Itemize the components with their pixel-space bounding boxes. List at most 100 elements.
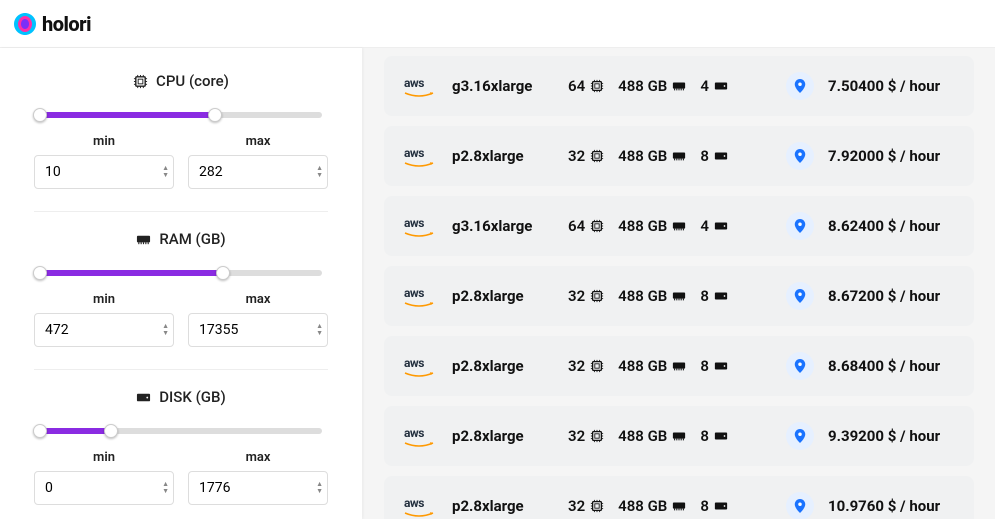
instance-name: p2.8xlarge xyxy=(452,287,554,305)
result-row[interactable]: aws p2.8xlarge 32 488 GB 8 9.39200 $ / h… xyxy=(384,406,974,466)
cpu-min-input[interactable]: 10 ▲▼ xyxy=(34,155,174,189)
filters-sidebar: CPU (core) min 10 ▲▼ max xyxy=(0,48,362,519)
aws-logo-icon: aws xyxy=(404,354,434,378)
filter-ram: RAM (GB) min 472 ▲▼ max xyxy=(34,212,328,370)
disk-min-label: min xyxy=(34,450,174,465)
result-row[interactable]: aws p2.8xlarge 32 488 GB 8 10.9760 $ / h… xyxy=(384,476,974,519)
spec-ram: 488 GB xyxy=(618,427,686,445)
aws-logo-icon: aws xyxy=(404,284,434,308)
cpu-slider-max-thumb[interactable] xyxy=(208,108,222,122)
filter-ram-title: RAM (GB) xyxy=(159,230,225,248)
stepper-icon[interactable]: ▲▼ xyxy=(316,323,323,337)
pin-icon xyxy=(793,79,807,93)
spec-disk: 8 xyxy=(700,147,728,165)
filter-cpu-title: CPU (core) xyxy=(156,72,229,90)
disk-slider-min-thumb[interactable] xyxy=(33,424,47,438)
location-pin-button[interactable] xyxy=(786,282,814,310)
disk-min-input[interactable]: 0 ▲▼ xyxy=(34,471,174,505)
ram-slider[interactable] xyxy=(40,268,322,278)
spec-cpu: 32 xyxy=(568,357,604,375)
stepper-icon[interactable]: ▲▼ xyxy=(316,165,323,179)
location-pin-button[interactable] xyxy=(786,352,814,380)
spec-ram: 488 GB xyxy=(618,147,686,165)
cpu-max-input[interactable]: 282 ▲▼ xyxy=(188,155,328,189)
spec-cpu: 64 xyxy=(568,217,604,235)
stepper-icon[interactable]: ▲▼ xyxy=(162,165,169,179)
pin-icon xyxy=(793,359,807,373)
location-pin-button[interactable] xyxy=(786,72,814,100)
cpu-slider[interactable] xyxy=(40,110,322,120)
logo[interactable]: holori xyxy=(14,12,91,36)
spec-disk: 8 xyxy=(700,497,728,515)
ram-slider-min-thumb[interactable] xyxy=(33,266,47,280)
instance-name: p2.8xlarge xyxy=(452,497,554,515)
spec-disk: 8 xyxy=(700,357,728,375)
ram-min-input[interactable]: 472 ▲▼ xyxy=(34,313,174,347)
disk-icon xyxy=(714,149,728,163)
cpu-icon xyxy=(133,74,148,89)
disk-slider[interactable] xyxy=(40,426,322,436)
pin-icon xyxy=(793,149,807,163)
disk-icon xyxy=(714,79,728,93)
ram-icon xyxy=(672,359,686,373)
spec-ram: 488 GB xyxy=(618,287,686,305)
aws-logo-icon: aws xyxy=(404,74,434,98)
cpu-icon xyxy=(590,79,604,93)
price: 7.92000 $ / hour xyxy=(828,147,954,165)
app-header: holori xyxy=(0,0,995,48)
instance-name: g3.16xlarge xyxy=(452,77,554,95)
ram-min-label: min xyxy=(34,292,174,307)
ram-max-label: max xyxy=(188,292,328,307)
result-row[interactable]: aws g3.16xlarge 64 488 GB 4 8.62400 $ / … xyxy=(384,196,974,256)
pin-icon xyxy=(793,289,807,303)
result-row[interactable]: aws p2.8xlarge 32 488 GB 8 8.67200 $ / h… xyxy=(384,266,974,326)
cpu-icon xyxy=(590,149,604,163)
disk-slider-max-thumb[interactable] xyxy=(104,424,118,438)
stepper-icon[interactable]: ▲▼ xyxy=(162,323,169,337)
pin-icon xyxy=(793,429,807,443)
cpu-icon xyxy=(590,289,604,303)
spec-ram: 488 GB xyxy=(618,217,686,235)
ram-icon xyxy=(672,429,686,443)
spec-cpu: 32 xyxy=(568,287,604,305)
spec-cpu: 32 xyxy=(568,427,604,445)
location-pin-button[interactable] xyxy=(786,422,814,450)
disk-icon xyxy=(714,359,728,373)
instance-name: p2.8xlarge xyxy=(452,427,554,445)
spec-ram: 488 GB xyxy=(618,357,686,375)
ram-slider-max-thumb[interactable] xyxy=(216,266,230,280)
filter-disk: DISK (GB) min 0 ▲▼ max xyxy=(34,370,328,519)
spec-disk: 4 xyxy=(700,217,728,235)
result-row[interactable]: aws p2.8xlarge 32 488 GB 8 7.92000 $ / h… xyxy=(384,126,974,186)
disk-max-label: max xyxy=(188,450,328,465)
price: 8.62400 $ / hour xyxy=(828,217,954,235)
stepper-icon[interactable]: ▲▼ xyxy=(316,481,323,495)
disk-icon xyxy=(714,289,728,303)
ram-icon xyxy=(672,79,686,93)
location-pin-button[interactable] xyxy=(786,492,814,519)
price: 8.67200 $ / hour xyxy=(828,287,954,305)
spec-cpu: 64 xyxy=(568,77,604,95)
disk-max-input[interactable]: 1776 ▲▼ xyxy=(188,471,328,505)
aws-logo-icon: aws xyxy=(404,214,434,238)
ram-max-input[interactable]: 17355 ▲▼ xyxy=(188,313,328,347)
location-pin-button[interactable] xyxy=(786,212,814,240)
aws-logo-icon: aws xyxy=(404,494,434,518)
price: 7.50400 $ / hour xyxy=(828,77,954,95)
cpu-slider-min-thumb[interactable] xyxy=(33,108,47,122)
instance-name: p2.8xlarge xyxy=(452,147,554,165)
spec-disk: 4 xyxy=(700,77,728,95)
results-list: aws g3.16xlarge 64 488 GB 4 7.50400 $ / … xyxy=(384,48,995,519)
filter-disk-title: DISK (GB) xyxy=(159,388,225,406)
spec-disk: 8 xyxy=(700,427,728,445)
ram-icon xyxy=(672,149,686,163)
stepper-icon[interactable]: ▲▼ xyxy=(162,481,169,495)
location-pin-button[interactable] xyxy=(786,142,814,170)
ram-icon xyxy=(672,219,686,233)
result-row[interactable]: aws p2.8xlarge 32 488 GB 8 8.68400 $ / h… xyxy=(384,336,974,396)
cpu-icon xyxy=(590,219,604,233)
disk-icon xyxy=(714,429,728,443)
result-row[interactable]: aws g3.16xlarge 64 488 GB 4 7.50400 $ / … xyxy=(384,56,974,116)
disk-icon xyxy=(714,499,728,513)
spec-cpu: 32 xyxy=(568,497,604,515)
